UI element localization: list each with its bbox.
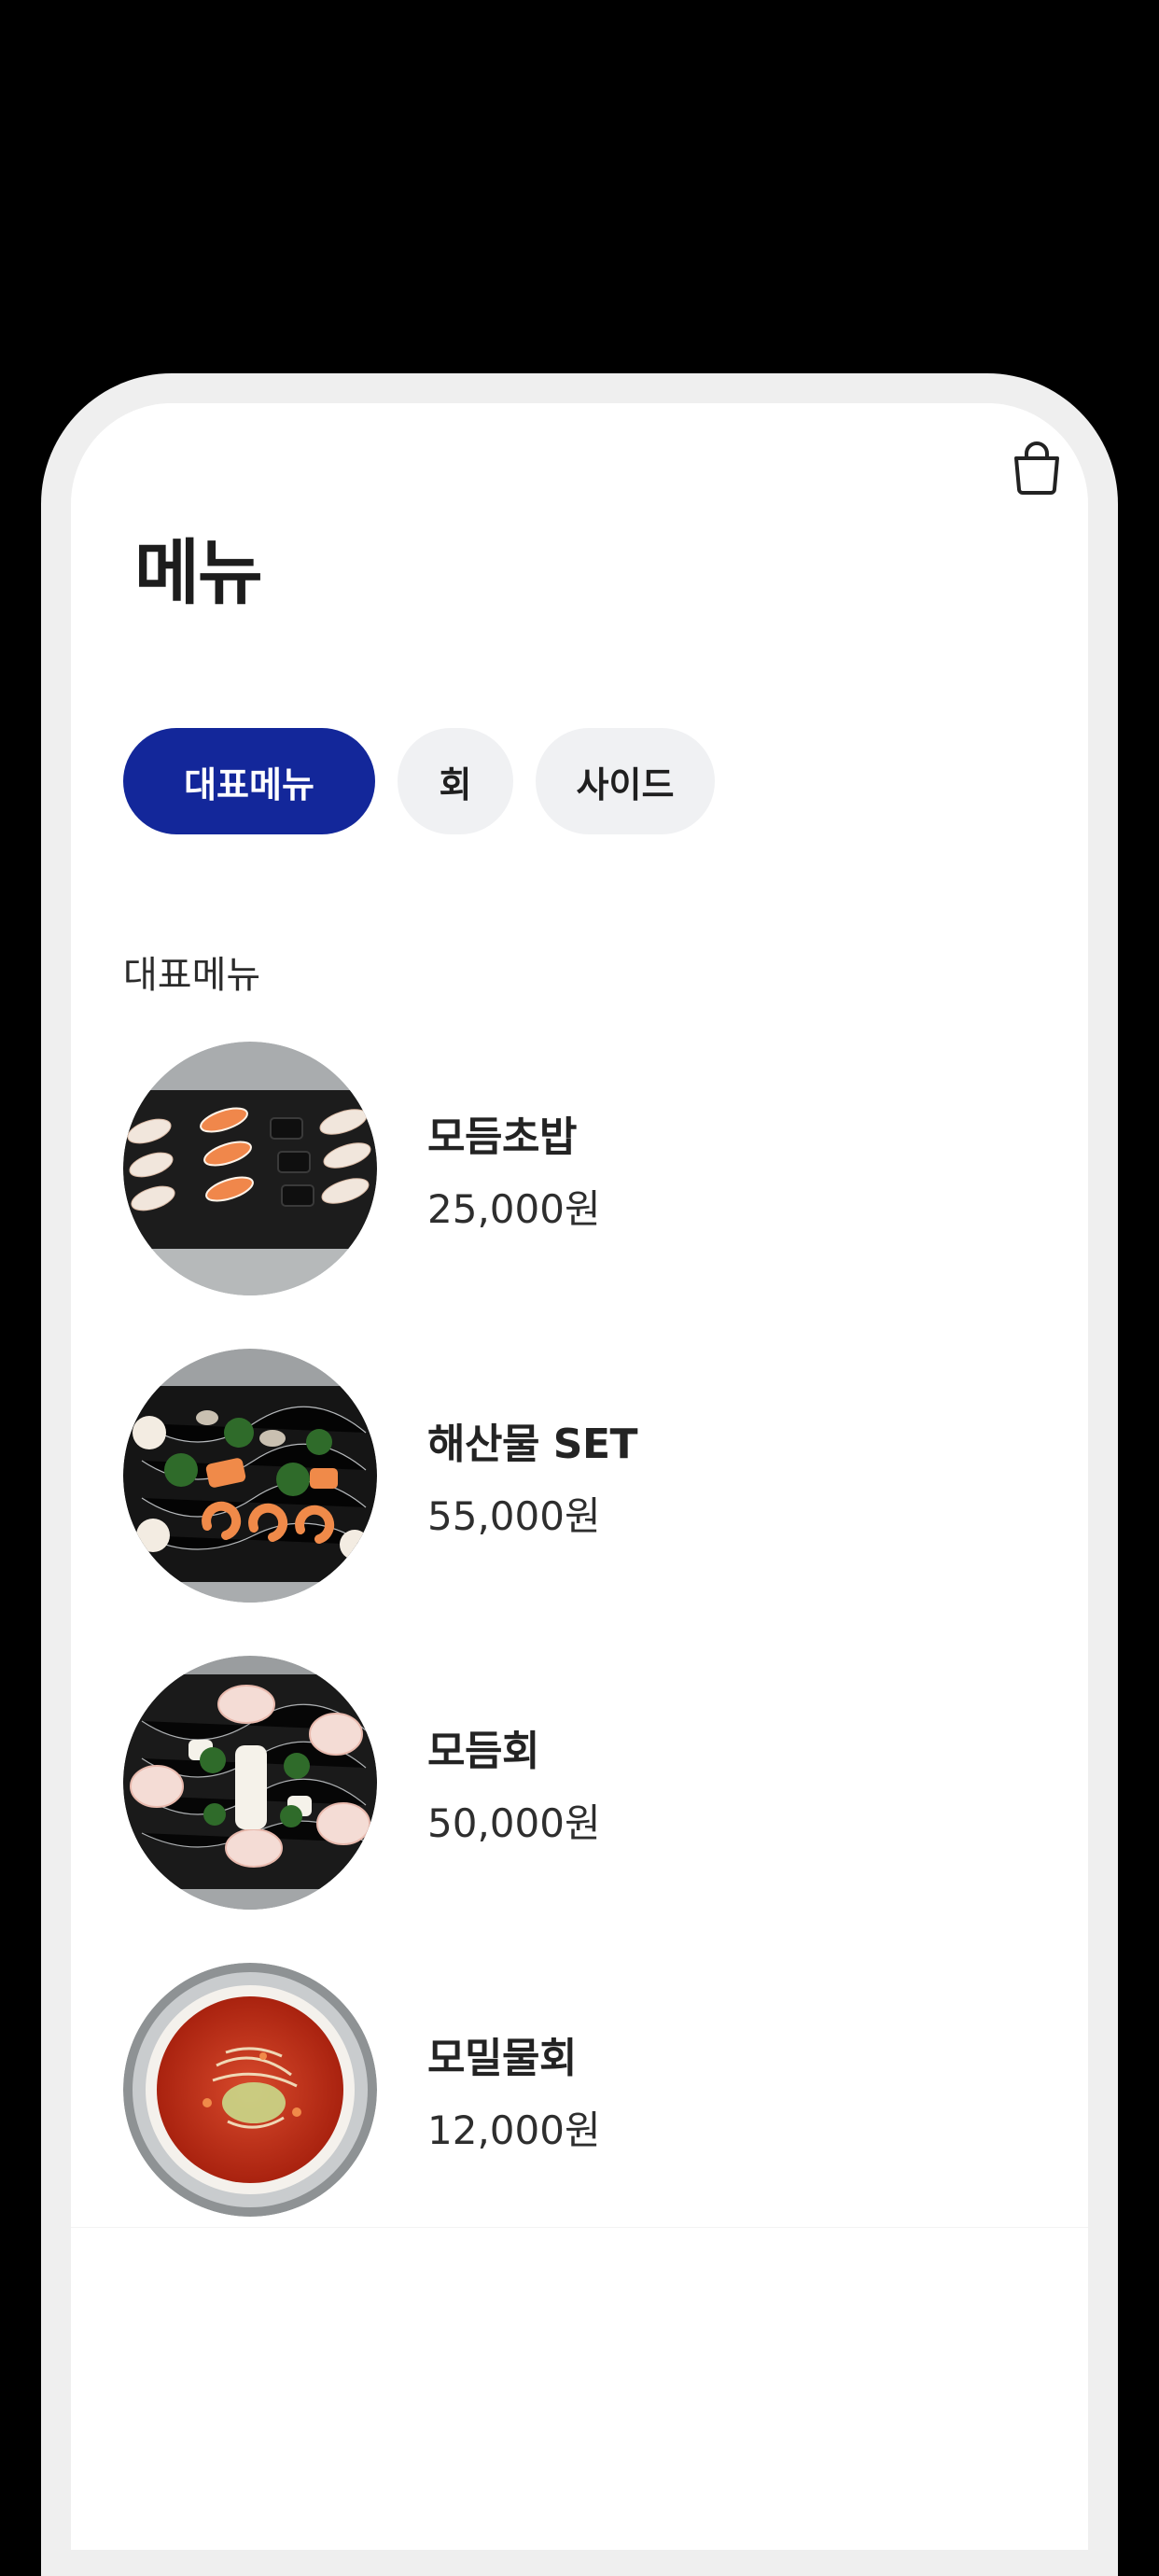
page-title: 메뉴 xyxy=(134,531,263,614)
menu-item-assorted-sashimi[interactable]: 모듬회 50,000원 xyxy=(123,1656,1038,1910)
sushi-platter-image xyxy=(123,1042,377,1295)
menu-item-buckwheat-mulhoe[interactable]: 모밀물회 12,000원 xyxy=(123,1963,1038,2217)
seafood-platter-image xyxy=(123,1349,377,1603)
menu-item-name: 해산물 SET xyxy=(427,1420,638,1468)
menu-item-name: 모듬초밥 xyxy=(427,1113,577,1161)
menu-item-price: 55,000원 xyxy=(427,1492,601,1539)
tab-signature-menu[interactable]: 대표메뉴 xyxy=(123,728,375,834)
category-tabs: 대표메뉴 회 사이드 xyxy=(123,728,715,834)
tab-sashimi[interactable]: 회 xyxy=(398,728,513,834)
menu-item-price: 12,000원 xyxy=(427,2107,601,2153)
tab-side[interactable]: 사이드 xyxy=(536,728,715,834)
sashimi-platter-image xyxy=(123,1656,377,1910)
menu-item-price: 25,000원 xyxy=(427,1185,601,1232)
app-screen: 메뉴 대표메뉴 회 사이드 대표메뉴 모듬초밥 25,000원 해산물 SET … xyxy=(71,403,1088,2550)
menu-item-assorted-sushi[interactable]: 모듬초밥 25,000원 xyxy=(123,1042,1038,1295)
cold-soup-bowl-image xyxy=(123,1963,377,2217)
section-title: 대표메뉴 xyxy=(123,954,261,997)
cart-button[interactable] xyxy=(999,431,1074,506)
menu-item-name: 모듬회 xyxy=(427,1727,539,1775)
menu-item-seafood-set[interactable]: 해산물 SET 55,000원 xyxy=(123,1349,1038,1603)
list-divider xyxy=(71,2227,1088,2228)
menu-item-name: 모밀물회 xyxy=(427,2034,577,2082)
shopping-bag-icon xyxy=(1014,441,1059,495)
menu-item-price: 50,000원 xyxy=(427,1799,601,1846)
